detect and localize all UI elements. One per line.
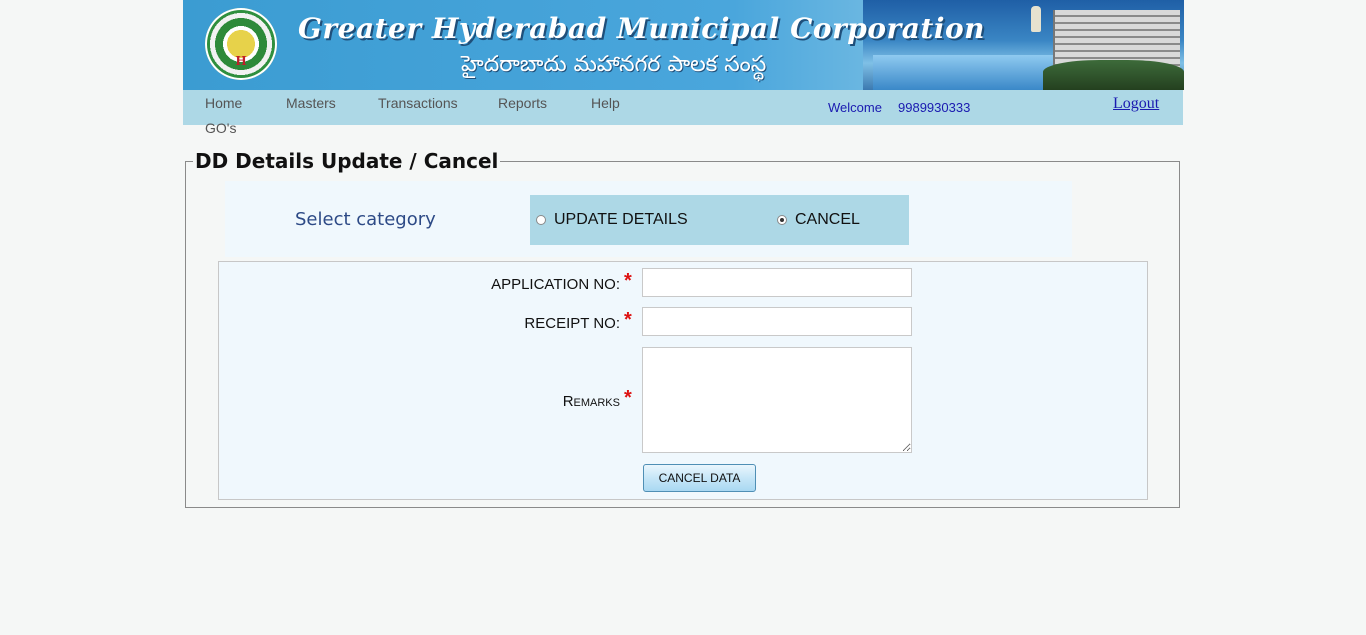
nav-item-gos[interactable]: GO's: [205, 120, 236, 136]
select-category-label: Select category: [295, 209, 436, 230]
receipt-no-input[interactable]: [642, 307, 912, 336]
category-radio-group: UPDATE DETAILS CANCEL: [530, 195, 909, 245]
cancel-data-button[interactable]: CANCEL DATA: [643, 464, 756, 492]
radio-update-details-label[interactable]: UPDATE DETAILS: [554, 211, 688, 229]
required-mark: *: [624, 270, 632, 292]
remarks-label: REMARKS: [563, 393, 620, 410]
header-banner: H Greater Hyderabad Municipal Corporatio…: [183, 0, 1184, 90]
required-mark: *: [624, 309, 632, 331]
remarks-label-rest: EMARKS: [573, 397, 620, 409]
remarks-textarea[interactable]: [642, 347, 912, 453]
application-no-label: APPLICATION NO:: [491, 276, 620, 293]
header-title-english: Greater Hyderabad Municipal Corporation: [298, 12, 986, 45]
welcome-label: Welcome: [828, 100, 882, 115]
header-title-telugu: హైదరాబాదు మహానగర పాలక సంస్థ: [461, 52, 767, 77]
required-mark: *: [624, 387, 632, 409]
radio-cancel-label[interactable]: CANCEL: [795, 211, 860, 229]
banner-statue: [1031, 6, 1041, 32]
nav-item-reports[interactable]: Reports: [498, 95, 547, 111]
radio-update-details[interactable]: [536, 215, 546, 225]
radio-cancel[interactable]: [777, 215, 787, 225]
user-id: 9989930333: [898, 100, 971, 115]
remarks-label-initial: R: [562, 393, 574, 410]
receipt-no-label: RECEIPT NO:: [524, 315, 620, 332]
main-nav: Home Masters Transactions Reports Help G…: [183, 90, 1183, 136]
logo-letter: H: [235, 54, 247, 68]
nav-item-help[interactable]: Help: [591, 95, 620, 111]
application-no-input[interactable]: [642, 268, 912, 297]
page-title: DD Details Update / Cancel: [193, 149, 501, 173]
nav-item-home[interactable]: Home: [205, 95, 242, 111]
logout-link[interactable]: Logout: [1113, 95, 1159, 113]
nav-item-transactions[interactable]: Transactions: [378, 95, 458, 111]
ghmc-logo: H: [205, 8, 277, 80]
banner-trees: [1043, 60, 1184, 90]
nav-item-masters[interactable]: Masters: [286, 95, 336, 111]
